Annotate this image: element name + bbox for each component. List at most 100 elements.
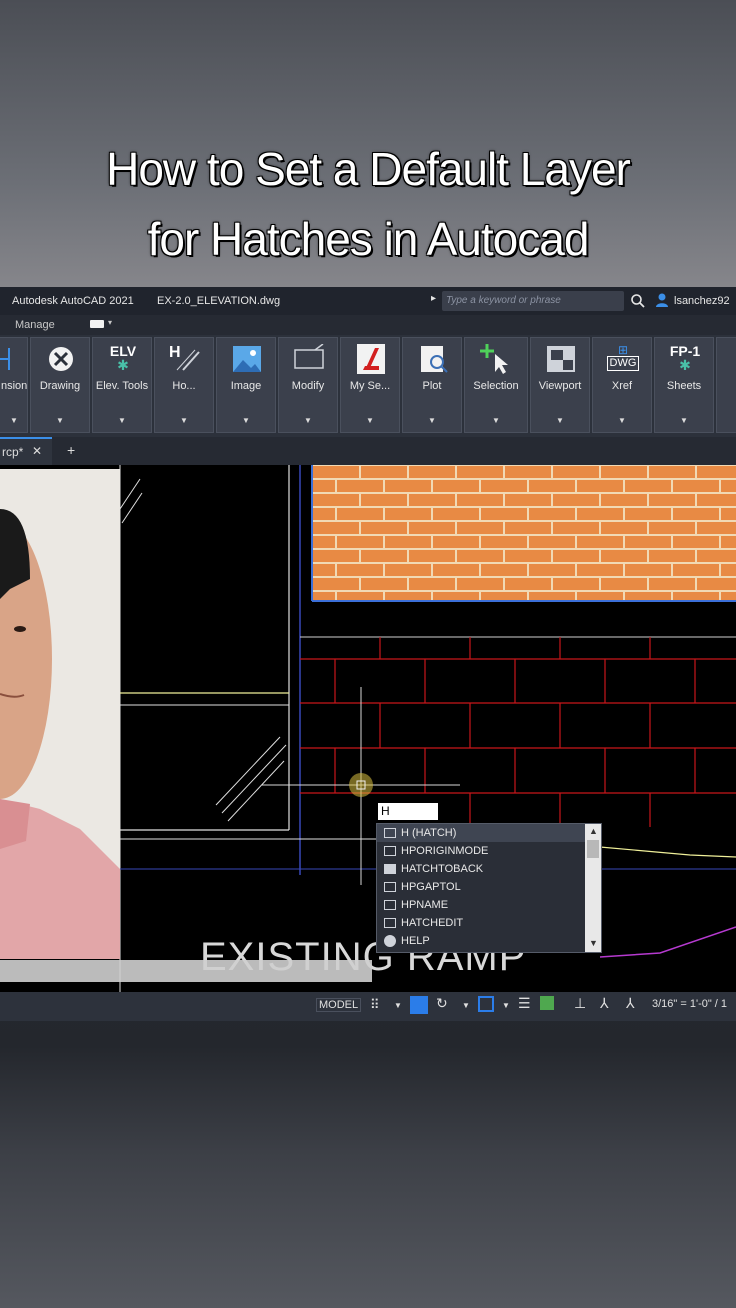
annotation-scale-icon[interactable]: ⅄ <box>626 995 635 1012</box>
chevron-down-icon[interactable]: ▼ <box>462 1001 470 1010</box>
close-icon[interactable]: ✕ <box>32 444 42 458</box>
chevron-down-icon[interactable]: ▼ <box>341 416 399 425</box>
ribbon-label-sheets: Sheets <box>666 380 702 392</box>
title-bar: Autodesk AutoCAD 2021 EX-2.0_ELEVATION.d… <box>0 287 736 315</box>
snap-mode-icon[interactable] <box>410 996 428 1014</box>
sysvar-icon <box>384 900 396 910</box>
autocomplete-item[interactable]: H (HATCH) <box>377 824 585 842</box>
polar-tracking-icon[interactable]: ↻ <box>436 995 448 1012</box>
sysvar-icon <box>384 882 396 892</box>
selection-icon <box>480 344 508 374</box>
chevron-down-icon[interactable]: ▼ <box>531 416 589 425</box>
ribbon-label-plot: Plot <box>422 380 442 392</box>
scroll-thumb[interactable] <box>587 840 599 858</box>
xref-icon-text: DWG <box>607 356 639 371</box>
chevron-down-icon[interactable]: ▼ <box>31 416 89 425</box>
autocomplete-item[interactable]: HPNAME <box>377 896 585 914</box>
ribbon-button-my-settings[interactable]: My Se... ▼ <box>340 337 400 433</box>
autocomplete-item-label: HPGAPTOL <box>401 881 461 893</box>
transparency-icon[interactable] <box>540 996 554 1010</box>
chevron-down-icon[interactable]: ▼ <box>155 416 213 425</box>
ribbon-button-selection[interactable]: Selection ▼ <box>464 337 528 433</box>
autocomplete-item-label: HATCHTOBACK <box>401 863 484 875</box>
ribbon-button-elev-tools[interactable]: ELV ✱ Elev. Tools ▼ <box>92 337 152 433</box>
chevron-down-icon[interactable]: ▼ <box>394 1001 402 1010</box>
chevron-up-icon[interactable]: ▲ <box>589 826 598 836</box>
chevron-down-icon[interactable]: ▼ <box>502 1001 510 1010</box>
autocomplete-item-label: HPORIGINMODE <box>401 845 489 857</box>
autocomplete-item[interactable]: HPORIGINMODE <box>377 842 585 860</box>
new-tab-icon[interactable]: + <box>67 442 75 458</box>
autocomplete-item[interactable]: HATCHTOBACK <box>377 860 585 878</box>
video-title-line-1: How to Set a Default Layer <box>106 143 631 195</box>
model-space-button[interactable]: MODEL <box>316 998 362 1012</box>
lineweight-icon[interactable]: ☰ <box>518 995 531 1012</box>
ribbon-button-more[interactable] <box>716 337 736 433</box>
lower-third-bar <box>0 960 372 982</box>
chevron-down-icon[interactable]: ▼ <box>655 416 713 425</box>
ribbon-button-xref[interactable]: ⊞ DWG Xref ▼ <box>592 337 652 433</box>
ribbon-label-xref: Xref <box>611 380 633 392</box>
chevron-down-icon[interactable]: ▼ <box>589 938 598 948</box>
autocomplete-item-label: HATCHEDIT <box>401 917 464 929</box>
chevron-down-icon[interactable]: ▼ <box>279 416 337 425</box>
ribbon-button-modify[interactable]: Modify ▼ <box>278 337 338 433</box>
grid-icon[interactable]: ⠿ <box>370 997 380 1013</box>
autocomplete-item-label: H (HATCH) <box>401 827 457 839</box>
ribbon-label-viewport: Viewport <box>538 380 582 392</box>
chevron-down-icon[interactable]: ▼ <box>465 416 527 425</box>
ribbon-button-hatch-tools[interactable]: H Ho... ▼ <box>154 337 214 433</box>
autocomplete-scrollbar[interactable]: ▲ ▼ <box>585 824 601 952</box>
annotation-visibility-icon[interactable]: ⅄ <box>600 995 609 1012</box>
panel-toggle-icon[interactable] <box>90 320 104 328</box>
object-snap-icon[interactable] <box>478 996 494 1012</box>
user-name[interactable]: lsanchez92 <box>674 295 730 307</box>
chevron-down-icon[interactable]: ▾ <box>108 318 112 327</box>
chevron-down-icon[interactable]: ▼ <box>593 416 651 425</box>
autocomplete-item[interactable]: HELP <box>377 932 585 950</box>
search-icon[interactable] <box>630 293 646 312</box>
file-name: EX-2.0_ELEVATION.dwg <box>157 295 281 307</box>
search-input[interactable]: Type a keyword or phrase <box>442 291 624 311</box>
viewport-icon <box>547 346 575 372</box>
sysvar-icon <box>384 846 396 856</box>
user-icon[interactable] <box>654 292 670 311</box>
presenter-webcam <box>0 469 120 959</box>
ribbon-label-selection: Selection <box>473 380 519 392</box>
ribbon-button-drawing[interactable]: Drawing ▼ <box>30 337 90 433</box>
search-expand-icon[interactable]: ▸ <box>431 293 436 304</box>
ribbon-button-plot[interactable]: Plot ▼ <box>402 337 462 433</box>
sheets-icon-text: FP-1 <box>669 343 701 359</box>
command-input[interactable]: H <box>378 803 438 820</box>
ribbon-button-dimension[interactable]: nsion ▼ <box>0 337 28 433</box>
sheets-icon: FP-1 ✱ <box>669 343 701 373</box>
ribbon-label-dimension: nsion <box>1 380 27 392</box>
app-title: Autodesk AutoCAD 2021 <box>12 295 134 307</box>
chevron-down-icon[interactable]: ▼ <box>403 416 461 425</box>
modify-icon <box>294 344 324 369</box>
xref-icon: ⊞ DWG <box>607 344 639 374</box>
menu-bar: Manage ▾ <box>0 315 736 335</box>
ribbon-button-image[interactable]: Image ▼ <box>216 337 276 433</box>
ribbon-label-image: Image <box>230 380 262 392</box>
annotation-scale[interactable]: 3/16" = 1'-0" / 1 <box>652 998 727 1010</box>
brick-hatch-pattern <box>312 465 736 601</box>
autocomplete-list[interactable]: H (HATCH) HPORIGINMODE HATCHTOBACK HPGAP… <box>376 823 602 953</box>
elevation-tools-icon-text: ELV <box>109 343 137 359</box>
ribbon-label-drawing: Drawing <box>39 380 81 392</box>
chevron-down-icon[interactable]: ▼ <box>1 416 27 425</box>
autocomplete-item-label: HPNAME <box>401 899 449 911</box>
ribbon-label-my-settings: My Se... <box>349 380 391 392</box>
tab-manage[interactable]: Manage <box>15 319 55 331</box>
chevron-down-icon[interactable]: ▼ <box>217 416 275 425</box>
file-tab[interactable]: rcp* ✕ <box>0 437 52 465</box>
hatch-edit-icon <box>384 918 396 928</box>
chevron-down-icon[interactable]: ▼ <box>93 416 151 425</box>
autocomplete-item[interactable]: HPGAPTOL <box>377 878 585 896</box>
ribbon-label-modify: Modify <box>291 380 325 392</box>
elevation-tools-icon: ELV ✱ <box>107 344 139 374</box>
ribbon-button-viewport[interactable]: Viewport ▼ <box>530 337 590 433</box>
ribbon-button-sheets[interactable]: FP-1 ✱ Sheets ▼ <box>654 337 714 433</box>
ucs-icon[interactable]: ⊥ <box>574 995 586 1012</box>
autocomplete-item[interactable]: HATCHEDIT <box>377 914 585 932</box>
